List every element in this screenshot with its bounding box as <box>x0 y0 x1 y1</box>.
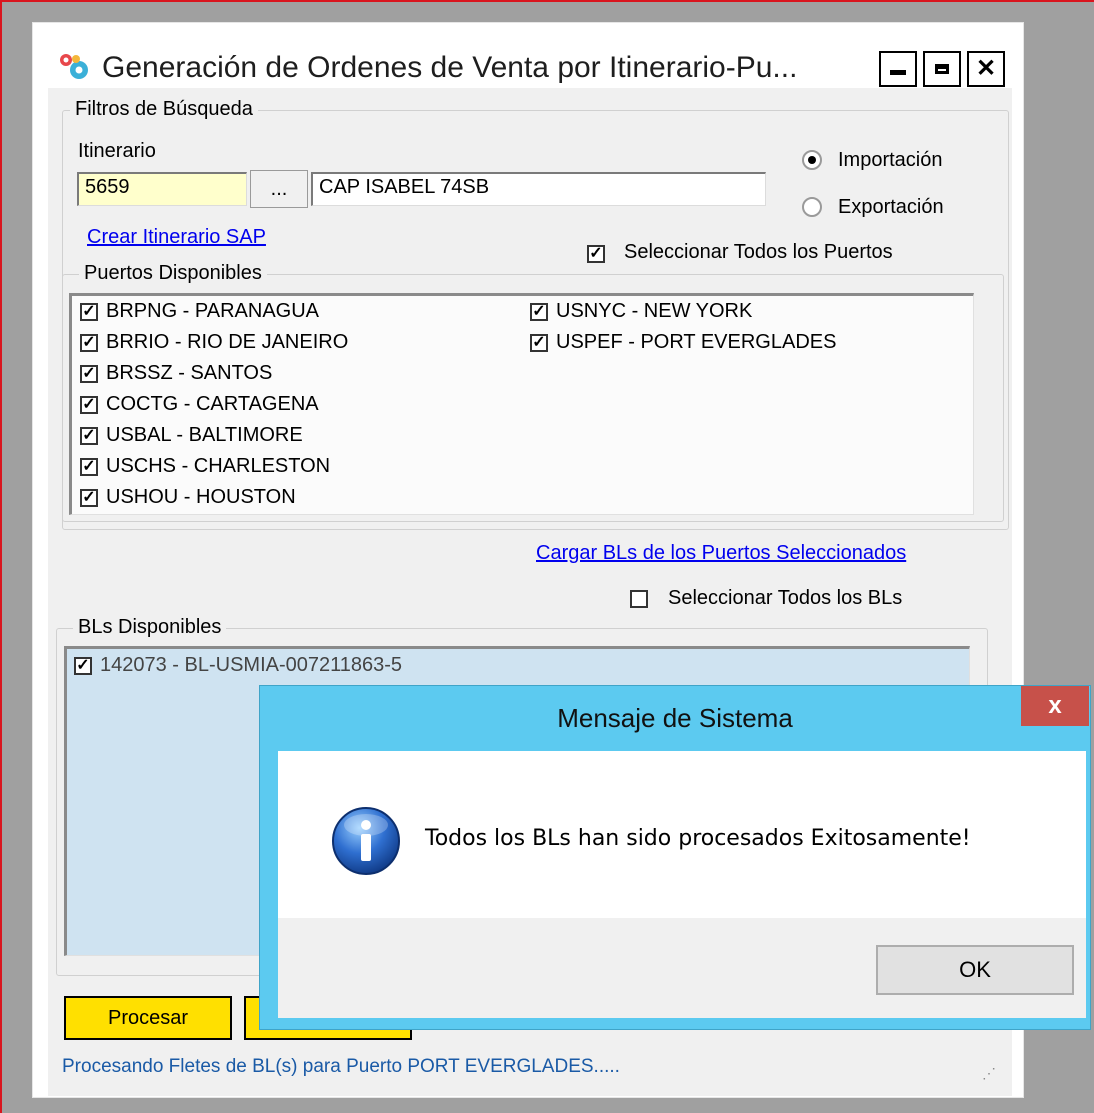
checkbox-checked[interactable]: ✓ <box>530 333 548 352</box>
port-label: USPEF - PORT EVERGLADES <box>556 331 837 353</box>
import-radio-label[interactable]: Importación <box>838 149 943 172</box>
filters-group-label: Filtros de Búsqueda <box>70 98 258 121</box>
port-label: BRPNG - PARANAGUA <box>106 300 319 322</box>
maximize-button[interactable] <box>923 51 961 87</box>
checkbox-checked[interactable]: ✓ <box>80 457 98 476</box>
info-icon <box>332 807 400 875</box>
close-icon: ✕ <box>975 55 997 82</box>
status-text: Procesando Fletes de BL(s) para Puerto P… <box>62 1056 620 1077</box>
port-item[interactable]: ✓ BRSSZ - SANTOS <box>80 358 348 389</box>
ok-button[interactable]: OK <box>876 945 1074 995</box>
port-label: USHOU - HOUSTON <box>106 486 296 508</box>
window-title: Generación de Ordenes de Venta por Itine… <box>102 51 798 84</box>
checkbox-checked[interactable]: ✓ <box>80 488 98 507</box>
port-label: USBAL - BALTIMORE <box>106 424 303 446</box>
port-item[interactable]: ✓ BRPNG - PARANAGUA <box>80 296 348 327</box>
import-radio[interactable] <box>802 150 822 170</box>
export-radio[interactable] <box>802 197 822 217</box>
ports-group-label: Puertos Disponibles <box>79 262 267 285</box>
export-radio-label[interactable]: Exportación <box>838 196 944 219</box>
checkbox-checked[interactable]: ✓ <box>80 333 98 352</box>
checkbox-checked[interactable]: ✓ <box>74 656 92 675</box>
radio-selected-dot <box>808 156 816 164</box>
ports-column-1: ✓ BRPNG - PARANAGUA ✓ BRRIO - RIO DE JANEI… <box>80 296 348 513</box>
checkbox-checked[interactable]: ✓ <box>80 364 98 383</box>
port-label: USNYC - NEW YORK <box>556 300 753 322</box>
bl-label: 142073 - BL-USMIA-007211863-5 <box>100 654 403 676</box>
itinerario-name-field[interactable]: CAP ISABEL 74SB <box>311 172 766 206</box>
bls-group-label: BLs Disponibles <box>73 616 227 639</box>
itinerario-label: Itinerario <box>78 140 156 162</box>
checkbox-checked[interactable]: ✓ <box>530 302 548 321</box>
port-label: USCHS - CHARLESTON <box>106 455 331 477</box>
port-item[interactable]: ✓ USCHS - CHARLESTON <box>80 451 348 482</box>
checkbox-checked[interactable]: ✓ <box>80 302 98 321</box>
port-label: BRSSZ - SANTOS <box>106 362 273 384</box>
dialog-message: Todos los BLs han sido procesados Exitos… <box>425 826 971 851</box>
select-all-ports-label[interactable]: Seleccionar Todos los Puertos <box>624 241 893 264</box>
itinerario-code-input[interactable]: 5659 <box>77 172 247 206</box>
port-item[interactable]: ✓ USPEF - PORT EVERGLADES <box>530 327 836 358</box>
minimize-icon <box>890 69 906 75</box>
procesar-button[interactable]: Procesar <box>64 996 232 1040</box>
minimize-button[interactable] <box>879 51 917 87</box>
port-label: COCTG - CARTAGENA <box>106 393 319 415</box>
select-all-ports-checkbox[interactable]: ✓ <box>587 245 605 263</box>
port-item[interactable]: ✓ USBAL - BALTIMORE <box>80 420 348 451</box>
bl-item[interactable]: ✓ 142073 - BL-USMIA-007211863-5 <box>74 650 402 681</box>
dialog-title: Mensaje de Sistema <box>557 703 793 733</box>
checkbox-checked[interactable]: ✓ <box>80 426 98 445</box>
dialog-close-button[interactable]: x <box>1021 686 1089 726</box>
maximize-icon <box>935 64 949 74</box>
select-all-bls-checkbox[interactable] <box>630 590 648 608</box>
close-button[interactable]: ✕ <box>967 51 1005 87</box>
browse-button[interactable]: ... <box>250 170 308 208</box>
app-gear-icon <box>60 54 88 79</box>
port-label: BRRIO - RIO DE JANEIRO <box>106 331 349 353</box>
select-all-bls-label[interactable]: Seleccionar Todos los BLs <box>668 587 902 610</box>
close-icon: x <box>1048 692 1062 719</box>
port-item[interactable]: ✓ BRRIO - RIO DE JANEIRO <box>80 327 348 358</box>
ports-column-2: ✓ USNYC - NEW YORK ✓ USPEF - PORT EVERGLAD… <box>530 296 836 358</box>
crear-itinerario-link[interactable]: Crear Itinerario SAP <box>87 226 266 249</box>
resize-grip-icon[interactable]: ⋰ <box>982 1066 996 1080</box>
checkbox-checked[interactable]: ✓ <box>80 395 98 414</box>
load-bls-link[interactable]: Cargar BLs de los Puertos Seleccionados <box>536 542 906 565</box>
bls-list: ✓ 142073 - BL-USMIA-007211863-5 <box>74 650 402 681</box>
port-item[interactable]: ✓ COCTG - CARTAGENA <box>80 389 348 420</box>
port-item[interactable]: ✓ USNYC - NEW YORK <box>530 296 836 327</box>
port-item[interactable]: ✓ USHOU - HOUSTON <box>80 482 348 513</box>
